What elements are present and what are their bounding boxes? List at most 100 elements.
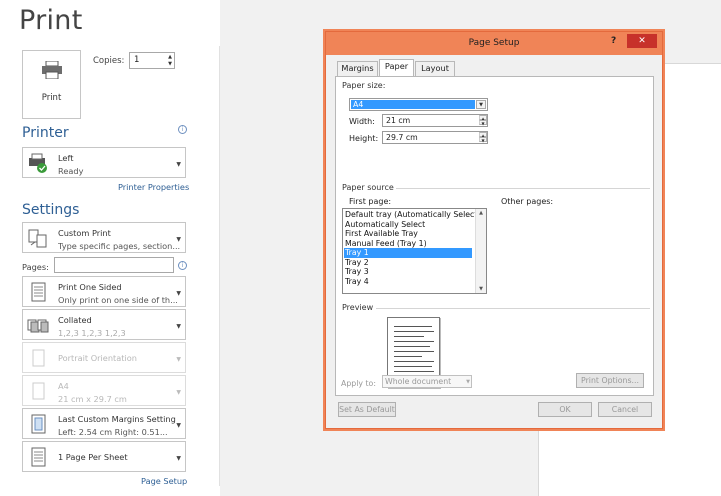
dropdown-title: Print One Sided: [58, 282, 122, 292]
height-stepper[interactable]: 29.7 cm ▲ ▼: [382, 131, 488, 144]
spin-down-icon[interactable]: ▼: [479, 137, 487, 143]
height-value: 29.7 cm: [386, 133, 418, 142]
print-button[interactable]: Print: [22, 50, 81, 119]
chevron-down-icon[interactable]: ▼: [476, 100, 486, 109]
tab-layout[interactable]: Layout: [415, 61, 455, 76]
page-setup-link[interactable]: Page Setup: [141, 476, 187, 486]
paper-size-dropdown[interactable]: A4 21 cm x 29.7 cm ▼: [22, 375, 186, 406]
list-item-selected[interactable]: Tray 1: [344, 248, 472, 258]
pages-per-sheet-icon: [31, 447, 46, 467]
width-stepper[interactable]: 21 cm ▲ ▼: [382, 114, 488, 127]
spin-down-icon[interactable]: ▼: [168, 61, 172, 67]
list-scrollbar[interactable]: ▲ ▼: [475, 209, 486, 293]
preview-heading: Preview: [342, 303, 374, 312]
copies-stepper[interactable]: 1 ▲ ▼: [129, 52, 175, 69]
printer-dropdown[interactable]: Left Ready ▼: [22, 147, 186, 178]
chevron-down-icon: ▼: [176, 356, 181, 363]
tab-paper[interactable]: Paper: [379, 59, 414, 77]
custom-print-icon: [28, 229, 47, 248]
paper-size-value: A4: [351, 100, 475, 109]
list-item[interactable]: Manual Feed (Tray 1): [344, 239, 472, 249]
print-options-button[interactable]: Print Options...: [576, 373, 644, 388]
cancel-button[interactable]: Cancel: [598, 402, 652, 417]
collation-dropdown[interactable]: Collated 1,2,3 1,2,3 1,2,3 ▼: [22, 309, 186, 340]
dropdown-title: Collated: [58, 315, 92, 325]
printer-properties-link[interactable]: Printer Properties: [118, 182, 189, 192]
copies-value: 1: [134, 55, 140, 65]
portrait-icon: [32, 349, 45, 367]
dropdown-subtitle: Type specific pages, section...: [58, 241, 180, 251]
pages-input[interactable]: [54, 257, 174, 273]
dropdown-subtitle: Only print on one side of th...: [58, 295, 178, 305]
apply-to-label: Apply to:: [341, 379, 376, 388]
pages-per-sheet-dropdown[interactable]: 1 Page Per Sheet ▼: [22, 441, 186, 472]
print-range-dropdown[interactable]: Custom Print Type specific pages, sectio…: [22, 222, 186, 253]
close-button[interactable]: ✕: [627, 34, 657, 48]
width-label: Width:: [349, 117, 375, 126]
copies-label: Copies:: [93, 56, 125, 66]
chevron-down-icon: ▼: [176, 455, 181, 462]
info-icon[interactable]: i: [178, 125, 187, 134]
dropdown-subtitle: 21 cm x 29.7 cm: [58, 394, 127, 404]
width-value: 21 cm: [386, 116, 411, 125]
ok-button[interactable]: OK: [538, 402, 592, 417]
printer-status-icon: [29, 153, 47, 173]
print-button-label: Print: [41, 93, 62, 103]
one-sided-icon: [31, 282, 46, 302]
info-icon[interactable]: i: [178, 261, 187, 270]
list-item[interactable]: Tray 2: [344, 258, 472, 268]
help-icon[interactable]: ?: [611, 36, 616, 46]
chevron-down-icon: ▼: [176, 161, 181, 168]
chevron-down-icon: ▼: [466, 379, 470, 385]
spin-down-icon[interactable]: ▼: [479, 120, 487, 126]
paper-size-heading: Paper size:: [342, 81, 386, 90]
dropdown-title: Custom Print: [58, 228, 111, 238]
printer-heading: Printer: [22, 125, 69, 141]
group-separator: [396, 188, 650, 189]
list-item[interactable]: Tray 3: [344, 267, 472, 277]
pages-label: Pages:: [22, 262, 49, 272]
tab-margins[interactable]: Margins: [337, 61, 378, 76]
paper-size-icon: [32, 382, 45, 400]
chevron-down-icon: ▼: [176, 422, 181, 429]
page-title: Print: [19, 5, 83, 36]
dropdown-subtitle: 1,2,3 1,2,3 1,2,3: [58, 328, 126, 338]
apply-to-value: Whole document: [385, 377, 452, 386]
list-item[interactable]: Default tray (Automatically Select): [344, 210, 480, 220]
printer-name: Left: [58, 153, 74, 163]
group-separator: [376, 308, 650, 309]
first-page-label: First page:: [349, 197, 392, 206]
printer-icon: [42, 61, 62, 79]
pane-divider: [219, 46, 220, 486]
settings-heading: Settings: [22, 202, 80, 218]
page-setup-dialog: Page Setup ? ✕ Margins Paper Layout Pape…: [325, 31, 663, 429]
paper-source-heading: Paper source: [342, 183, 394, 192]
orientation-dropdown[interactable]: Portrait Orientation ▼: [22, 342, 186, 373]
chevron-down-icon: ▼: [176, 290, 181, 297]
dropdown-title: 1 Page Per Sheet: [58, 452, 128, 462]
margins-icon: [31, 414, 46, 434]
paper-size-select[interactable]: A4 ▼: [349, 98, 488, 111]
chevron-down-icon: ▼: [176, 323, 181, 330]
collated-icon: [27, 319, 49, 333]
list-item[interactable]: First Available Tray: [344, 229, 472, 239]
first-page-tray-list[interactable]: Default tray (Automatically Select) Auto…: [342, 208, 487, 294]
dropdown-title: Portrait Orientation: [58, 353, 137, 363]
list-item[interactable]: Automatically Select: [344, 220, 472, 230]
dialog-titlebar[interactable]: Page Setup ? ✕: [326, 32, 662, 55]
chevron-down-icon: ▼: [176, 389, 181, 396]
apply-to-select[interactable]: Whole document ▼: [382, 375, 472, 388]
chevron-down-icon: ▼: [176, 236, 181, 243]
print-settings-pane: Print Print Copies: 1 ▲ ▼ Printer i Left…: [0, 0, 220, 496]
dropdown-subtitle: Left: 2.54 cm Right: 0.51...: [58, 427, 168, 437]
other-pages-label: Other pages:: [501, 197, 554, 206]
list-item[interactable]: Tray 4: [344, 277, 472, 287]
margins-dropdown[interactable]: Last Custom Margins Setting Left: 2.54 c…: [22, 408, 186, 439]
scroll-down-icon[interactable]: ▼: [476, 286, 486, 292]
spin-up-icon[interactable]: ▲: [168, 54, 172, 60]
sides-dropdown[interactable]: Print One Sided Only print on one side o…: [22, 276, 186, 307]
dropdown-title: Last Custom Margins Setting: [58, 414, 176, 424]
set-as-default-button[interactable]: Set As Default: [338, 402, 396, 417]
dropdown-title: A4: [58, 381, 69, 391]
scroll-up-icon[interactable]: ▲: [476, 210, 486, 216]
